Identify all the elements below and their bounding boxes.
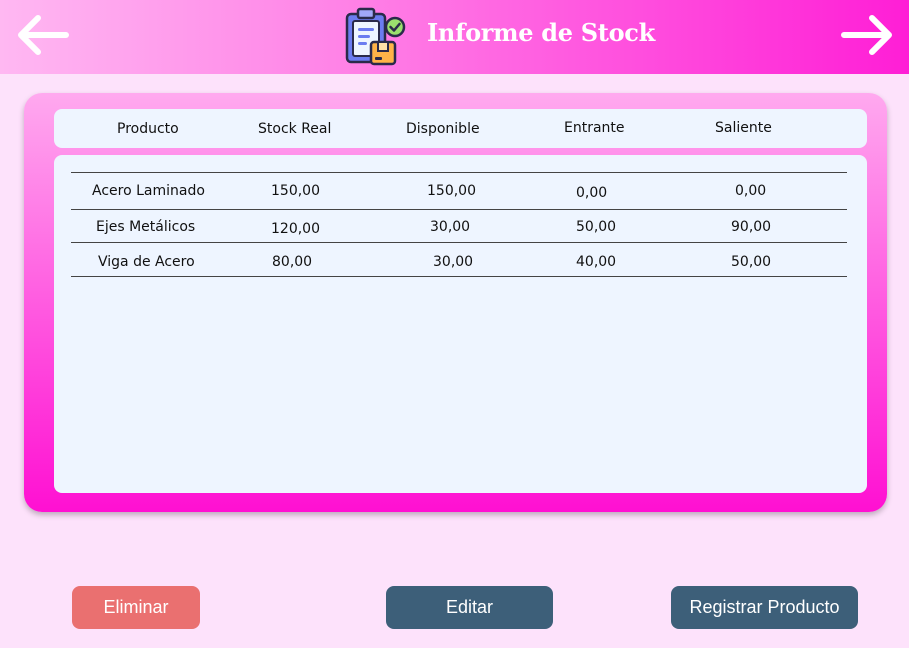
register-product-button[interactable]: Registrar Producto <box>671 586 858 629</box>
table-body: Acero Laminado 150,00 150,00 0,00 0,00 E… <box>54 155 867 493</box>
edit-button[interactable]: Editar <box>386 586 553 629</box>
column-header-producto: Producto <box>117 121 179 137</box>
cell-stock-real: 80,00 <box>272 254 313 270</box>
arrow-left-icon[interactable] <box>14 12 70 58</box>
table-row[interactable]: Acero Laminado 150,00 150,00 0,00 0,00 <box>54 173 867 207</box>
cell-saliente: 90,00 <box>731 219 772 235</box>
cell-producto: Acero Laminado <box>92 183 205 199</box>
header-bar: Informe de Stock <box>0 0 909 74</box>
cell-stock-real: 150,00 <box>271 183 320 199</box>
table-header: Producto Stock Real Disponible Entrante … <box>54 109 867 148</box>
stock-report-panel: Producto Stock Real Disponible Entrante … <box>24 93 887 512</box>
cell-entrante: 0,00 <box>576 185 608 201</box>
column-header-stock-real: Stock Real <box>258 121 332 137</box>
cell-disponible: 30,00 <box>433 254 474 270</box>
column-header-entrante: Entrante <box>564 120 625 136</box>
table-row[interactable]: Viga de Acero 80,00 30,00 40,00 50,00 <box>54 244 867 278</box>
cell-saliente: 50,00 <box>731 254 772 270</box>
cell-entrante: 50,00 <box>576 219 617 235</box>
arrow-right-icon[interactable] <box>840 12 896 58</box>
cell-disponible: 150,00 <box>427 183 476 199</box>
delete-button[interactable]: Eliminar <box>72 586 200 629</box>
cell-entrante: 40,00 <box>576 254 617 270</box>
cell-producto: Viga de Acero <box>98 254 195 270</box>
cell-producto: Ejes Metálicos <box>96 219 196 235</box>
cell-disponible: 30,00 <box>430 219 471 235</box>
table-row[interactable]: Ejes Metálicos 120,00 30,00 50,00 90,00 <box>54 210 867 244</box>
cell-stock-real: 120,00 <box>271 221 320 237</box>
cell-saliente: 0,00 <box>735 183 767 199</box>
column-header-saliente: Saliente <box>715 120 772 136</box>
table-divider <box>71 276 847 277</box>
page-title: Informe de Stock <box>427 18 655 47</box>
column-header-disponible: Disponible <box>406 121 480 137</box>
clipboard-box-check-icon <box>343 6 407 70</box>
table-divider <box>71 242 847 243</box>
